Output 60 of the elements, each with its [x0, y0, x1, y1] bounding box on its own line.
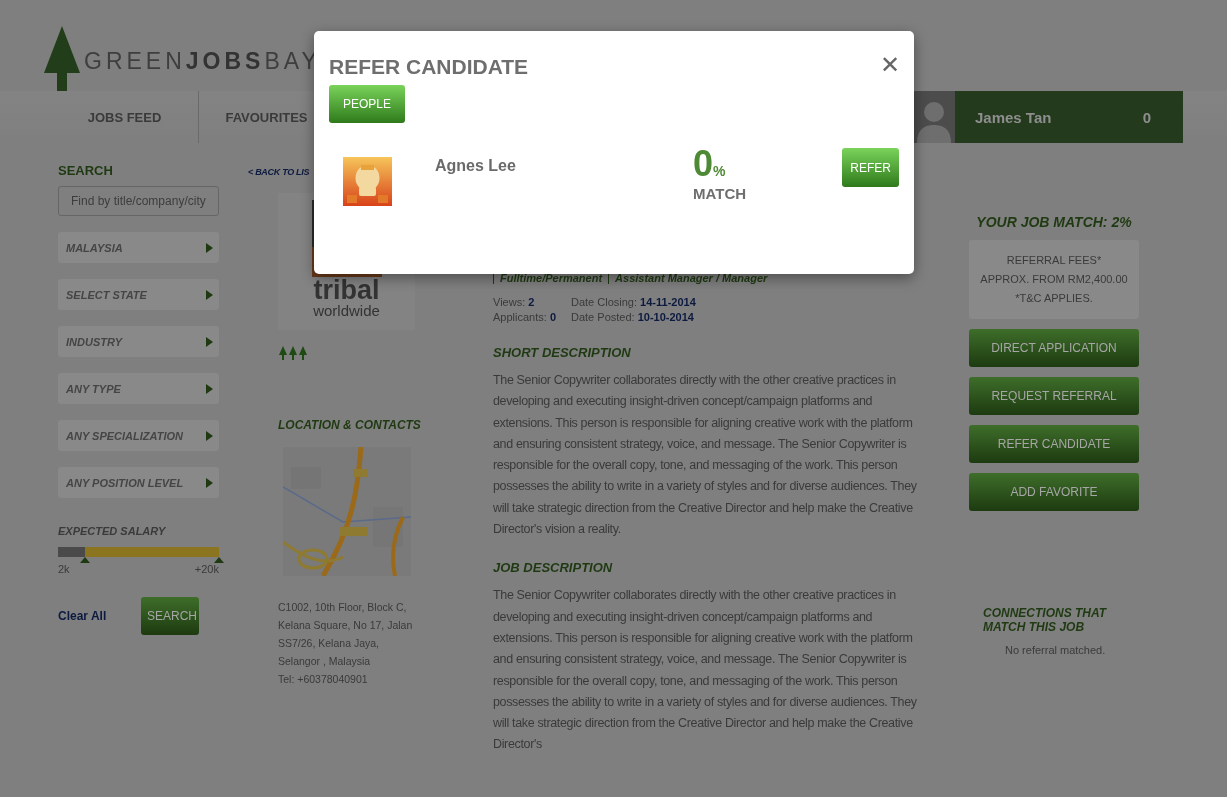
- job-stat: Date Posted: 10-10-2014: [571, 311, 695, 323]
- address-line: Tel: +60378040901: [278, 672, 369, 687]
- search-heading: SEARCH: [58, 163, 114, 178]
- address-line: C1002, 10th Floor, Block C,: [278, 600, 408, 615]
- filter-dropdown[interactable]: MALAYSIA: [58, 232, 219, 263]
- user-name: James Tan: [975, 108, 1052, 126]
- empty-message: No referral matched.: [1005, 644, 1106, 656]
- action-button[interactable]: REQUEST REFERRAL: [969, 377, 1139, 415]
- salary-label: EXPECTED SALARY: [58, 525, 167, 537]
- action-button[interactable]: REFER CANDIDATE: [969, 425, 1139, 463]
- section-text: The Senior Copywriter collaborates directly with the other creative practices in developing and executing insight-driven concept/campaign platforms and extensions. This person is responsible for aligning creative work with the platform and ensuring consistent strategy, voice, and message. The Senior Copywriter is responsible for the overall copy, tone, and messaging of the work. This person possesses the ability to write in a variety of styles and for diverse audiences. They will take strategic direction from the Creative Director and help make the Creative Director's: [493, 587, 918, 754]
- section-heading: SHORT DESCRIPTION: [493, 345, 632, 360]
- dialog-title: REFER CANDIDATE: [329, 55, 529, 79]
- fee-line: APPROX. FROM RM2,400.00: [979, 272, 1129, 287]
- nav-link[interactable]: JOBS FEED: [51, 91, 198, 143]
- tree-logo-icon: [44, 26, 80, 91]
- address-line: Kelana Square, No 17, Jalan: [278, 618, 414, 633]
- section-heading: JOB DESCRIPTION: [493, 560, 614, 576]
- people-tab[interactable]: PEOPLE: [329, 85, 406, 123]
- notification-count: 0: [1142, 108, 1151, 126]
- user-bar[interactable]: James Tan 0: [955, 91, 1183, 143]
- match-label: MATCH: [693, 185, 748, 202]
- address-line: Selangor , Malaysia: [278, 654, 372, 669]
- job-stat: Date Closing: 14-11-2014: [571, 296, 697, 308]
- match-percent: 0%: [693, 143, 727, 185]
- close-button[interactable]: ✕: [879, 51, 900, 79]
- avatar-icon: [913, 91, 955, 143]
- caret-icon: [206, 289, 213, 300]
- refer-button[interactable]: REFER: [842, 148, 899, 187]
- caret-icon: [206, 242, 213, 253]
- trees-icon: [279, 346, 309, 360]
- slider-handle[interactable]: [214, 557, 224, 563]
- location-heading: LOCATION & CONTACTS: [278, 417, 422, 434]
- salary-max: +20k: [194, 563, 219, 575]
- address-line: SS7/26, Kelana Jaya,: [278, 636, 380, 651]
- salary-min: 2k: [58, 563, 70, 575]
- fee-line: *T&C APPLIES.: [1014, 291, 1094, 306]
- fee-line: REFERRAL FEES*: [1005, 253, 1103, 268]
- job-match: YOUR JOB MATCH: 2%: [975, 214, 1133, 230]
- caret-icon: [206, 477, 213, 488]
- connections-heading: CONNECTIONS THAT MATCH THIS JOB: [983, 606, 1108, 634]
- clear-all-link[interactable]: Clear All: [58, 609, 107, 623]
- action-button[interactable]: DIRECT APPLICATION: [969, 329, 1139, 367]
- caret-icon: [206, 336, 213, 347]
- search-field[interactable]: Find by title/company/city: [58, 186, 219, 216]
- filter-dropdown[interactable]: ANY TYPE: [58, 373, 219, 404]
- filter-dropdown[interactable]: ANY POSITION LEVEL: [58, 467, 219, 498]
- candidate-name: Agnes Lee: [435, 157, 517, 175]
- job-stat: Applicants: 0: [493, 311, 557, 323]
- filter-dropdown[interactable]: ANY SPECIALIZATION: [58, 420, 219, 451]
- section-text: The Senior Copywriter collaborates directly with the other creative practices in developing and executing insight-driven concept/campaign platforms and extensions. This person is responsible for aligning creative work with the platform and ensuring consistent strategy, voice, and message. The Senior Copywriter is responsible for the overall copy, tone, and messaging of the work. This person possesses the ability to write in a variety of styles and for diverse audiences. They will take strategic direction from the Creative Director and help make the Creative Director's vision a reality.: [493, 372, 918, 539]
- filter-dropdown[interactable]: SELECT STATE: [58, 279, 219, 310]
- slider-handle[interactable]: [80, 557, 91, 563]
- job-stat: Views: 2: [493, 296, 536, 308]
- search-button[interactable]: SEARCH: [141, 597, 199, 635]
- caret-icon: [206, 383, 213, 394]
- action-button[interactable]: ADD FAVORITE: [969, 473, 1139, 511]
- salary-slider-track[interactable]: [58, 547, 219, 557]
- caret-icon: [206, 430, 213, 441]
- filter-dropdown[interactable]: INDUSTRY: [58, 326, 219, 357]
